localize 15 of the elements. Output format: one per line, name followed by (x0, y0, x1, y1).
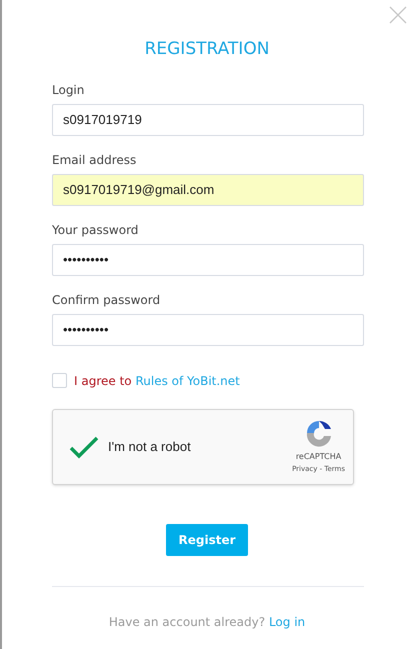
recaptcha-brand: reCAPTCHA (296, 450, 342, 463)
captcha-label: I'm not a robot (108, 438, 192, 456)
field-label: Your password (52, 222, 140, 238)
agree-text: I agree to (74, 374, 132, 388)
input-field[interactable]: s0917019719 (52, 104, 364, 136)
input-field[interactable]: •••••••••• (52, 314, 364, 346)
input-field[interactable]: •••••••••• (52, 244, 364, 276)
agree-checkbox[interactable] (52, 373, 67, 388)
close-icon[interactable] (389, 6, 407, 24)
form-title: REGISTRATION (144, 38, 270, 61)
input-field[interactable]: s0917019719@gmail.com (52, 174, 364, 206)
field-label: Email address (52, 152, 138, 168)
field-label: Login (52, 82, 86, 98)
field-label: Confirm password (52, 292, 162, 308)
footer-text: Have an account already? (108, 614, 266, 628)
